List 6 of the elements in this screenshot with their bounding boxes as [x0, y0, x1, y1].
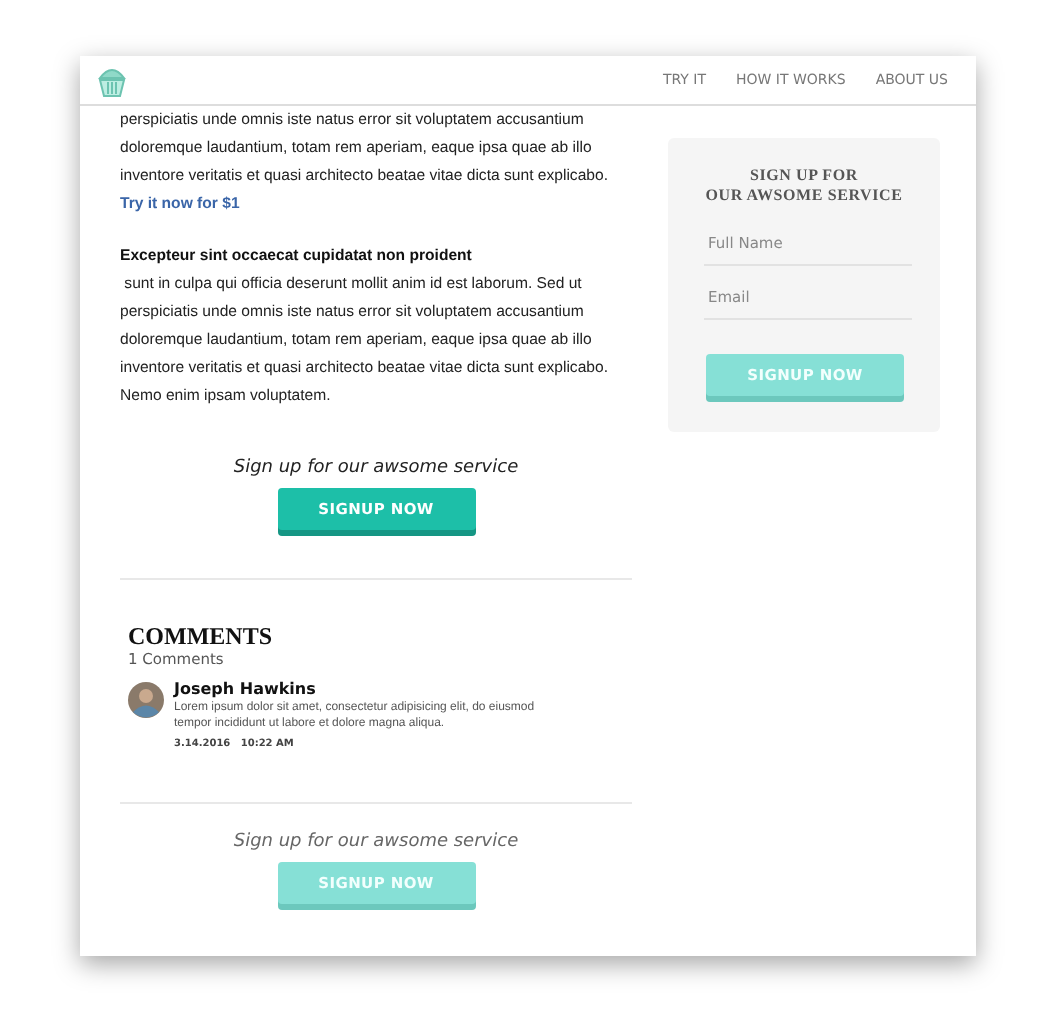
comments-heading: COMMENTS — [128, 624, 274, 650]
avatar-icon — [128, 682, 164, 718]
comment-author: Joseph Hawkins — [174, 680, 318, 698]
cta-prompt: Sign up for our awsome service — [233, 832, 519, 852]
signup-title: SIGN UP FOR OUR AWSOME SERVICE — [703, 166, 905, 206]
cta-prompt: Sign up for our awsome service — [233, 458, 519, 478]
